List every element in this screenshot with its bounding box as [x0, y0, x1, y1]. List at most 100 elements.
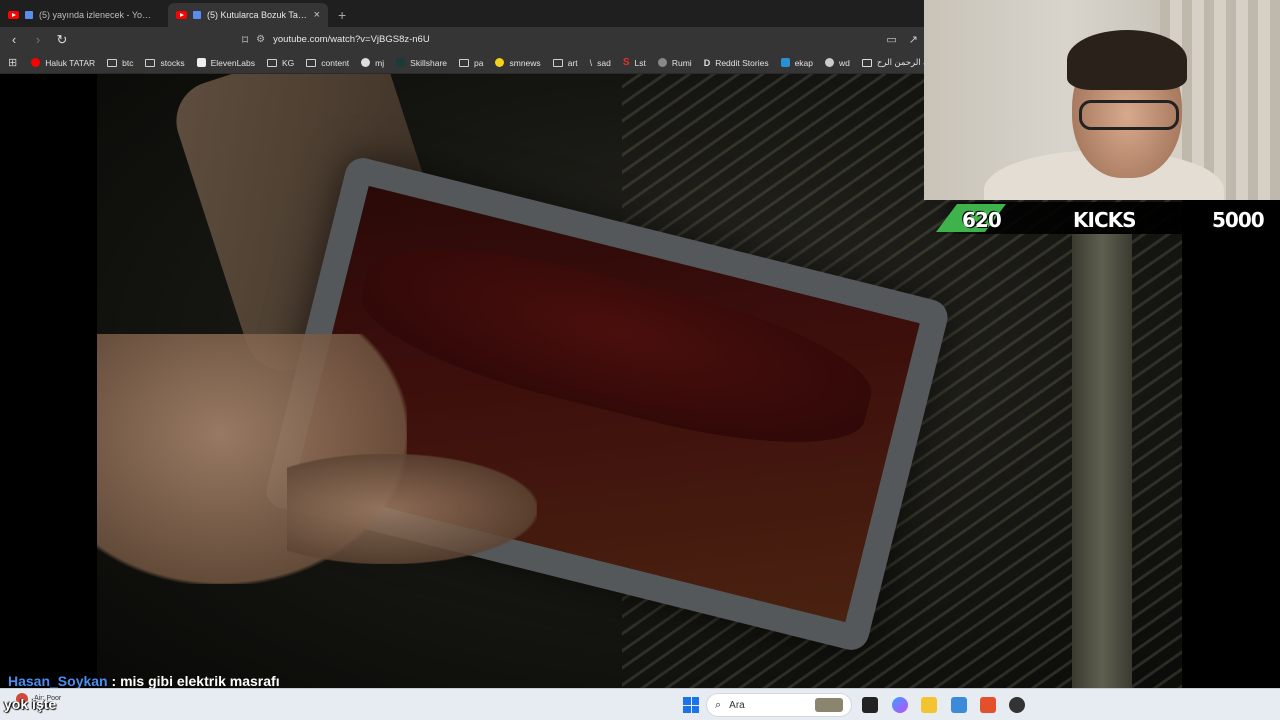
cast-icon[interactable]: ▭ — [886, 33, 896, 46]
w-icon — [825, 58, 835, 67]
bookmark-elevenlabs[interactable]: ElevenLabs — [191, 58, 261, 68]
bookmark-lst[interactable]: S Lst — [617, 57, 652, 68]
windows-start-icon[interactable] — [683, 697, 699, 713]
bookmark-kg[interactable]: KG — [261, 58, 300, 68]
bookmark-label: stocks — [160, 57, 185, 68]
address-bar[interactable]: ⚙ youtube.com/watch?v=VjBGS8z-n6U — [256, 30, 886, 49]
folder-icon — [552, 58, 563, 67]
webcam-overlay — [924, 0, 1280, 200]
bookmark-sad[interactable]: \ sad — [584, 58, 617, 68]
bookmark-rumi[interactable]: Rumi — [652, 58, 698, 68]
chat-text: mis gibi elektrik masrafı — [120, 673, 280, 689]
forward-button[interactable]: › — [28, 32, 48, 47]
tab-title: (5) yayında izlenecek - YouTube — [39, 10, 152, 20]
apps-grid-icon[interactable]: ⊞ — [0, 56, 25, 69]
folder-icon — [267, 58, 277, 67]
bookmark-label: ElevenLabs — [210, 57, 255, 68]
task-view-icon[interactable] — [862, 697, 878, 713]
bookmark-haluk-tatar[interactable]: Haluk TATAR — [25, 58, 101, 68]
book-icon — [861, 58, 872, 67]
bookmark-label: mj — [375, 57, 385, 68]
bookmark-art[interactable]: art — [547, 58, 584, 68]
taskbar-search[interactable]: ⌕ Ara — [706, 693, 852, 717]
youtube-icon — [31, 58, 41, 67]
bookmark-stocks[interactable]: stocks — [139, 58, 190, 68]
kicks-goal-bar: 620 KICKS 5000 — [936, 202, 1280, 234]
hand-image — [287, 454, 537, 564]
bookmark-label: art — [567, 57, 578, 68]
bookmark-label: smnews — [509, 57, 541, 68]
windows-taskbar: Air: Poor yok işte ⌕ Ara — [0, 688, 1280, 720]
search-highlight-icon — [815, 698, 843, 712]
kicks-goal: 5000 — [1212, 208, 1265, 232]
browser-toolbar: ‹ › ↻ ⌑ ⚙ youtube.com/watch?v=VjBGS8z-n6… — [0, 27, 924, 52]
reload-button[interactable]: ↻ — [52, 32, 72, 48]
skillshare-icon — [396, 58, 406, 67]
folder-icon — [107, 58, 118, 67]
smiley-icon — [495, 58, 505, 67]
search-placeholder: Ara — [729, 699, 745, 711]
snipping-tool-icon[interactable] — [951, 697, 967, 713]
s-icon: S — [622, 57, 630, 68]
bookmark-mj[interactable]: mj — [355, 58, 390, 68]
bookmark-label: Skillshare — [410, 57, 448, 68]
folder-icon — [459, 58, 470, 67]
tab-current-video[interactable]: (5) Kutularca Bozuk Tavuk Çö × — [168, 3, 328, 27]
copilot-icon[interactable] — [892, 697, 908, 713]
bookmark-ekap[interactable]: ekap — [775, 58, 819, 68]
bookmark-label: KG — [282, 57, 295, 68]
back-button[interactable]: ‹ — [4, 32, 24, 47]
bookmark-label: content — [321, 57, 350, 68]
bookmark-label: ekap — [794, 57, 814, 68]
bookmark-reddit-stories[interactable]: D Reddit Stories — [698, 58, 775, 68]
youtube-icon — [176, 11, 187, 19]
github-icon — [361, 58, 371, 67]
bookmark-label: Lst — [634, 57, 646, 68]
ekap-icon — [780, 58, 790, 67]
bookmark-content[interactable]: content — [300, 58, 355, 68]
close-tab-icon[interactable]: × — [314, 9, 320, 21]
overlay-caption: yok işte — [4, 696, 57, 712]
bookmark-page-icon[interactable]: ⌑ — [242, 33, 248, 47]
bookmark-quran[interactable]: الله الرحمن الرح... — [856, 57, 924, 68]
url-text: youtube.com/watch?v=VjBGS8z-n6U — [273, 34, 430, 45]
folder-icon — [145, 58, 156, 67]
share-icon[interactable]: ↗ — [909, 33, 918, 46]
obs-icon[interactable] — [1009, 697, 1025, 713]
bookmark-smnews[interactable]: smnews — [489, 58, 546, 68]
streamer-hair-image — [1067, 30, 1187, 90]
kicks-count: 620 — [962, 208, 1002, 232]
brave-browser-icon[interactable] — [980, 697, 996, 713]
bookmark-label: الله الرحمن الرح... — [876, 57, 924, 67]
tab-youtube-watch-later[interactable]: (5) yayında izlenecek - YouTube — [0, 3, 160, 27]
bookmark-skillshare[interactable]: Skillshare — [390, 58, 453, 68]
tab-group-icon — [193, 11, 201, 19]
chat-separator: : — [107, 673, 121, 689]
bookmarks-bar: ⊞ Haluk TATAR btc stocks ElevenLabs KG c… — [0, 52, 924, 74]
bookmark-label: Rumi — [671, 57, 692, 68]
d-icon: D — [703, 57, 711, 68]
youtube-icon — [8, 11, 19, 19]
bookmark-label: wd — [839, 57, 850, 68]
bookmark-label: pa — [474, 57, 484, 68]
elevenlabs-icon — [196, 58, 206, 67]
tab-title: (5) Kutularca Bozuk Tavuk Çö — [207, 10, 308, 20]
slash-icon: \ — [589, 57, 593, 68]
chat-message: Hasan_Soykan : mis gibi elektrik masrafı — [8, 673, 280, 689]
folder-icon — [306, 58, 317, 67]
site-info-icon[interactable]: ⚙ — [256, 34, 265, 45]
file-explorer-icon[interactable] — [921, 697, 937, 713]
rack-pole-image — [1072, 234, 1132, 688]
globe-icon — [657, 58, 667, 67]
kicks-label: KICKS — [1073, 208, 1137, 232]
new-tab-button[interactable]: + — [328, 7, 356, 27]
chat-username: Hasan_Soykan — [8, 673, 108, 689]
bookmark-label: Haluk TATAR — [45, 57, 96, 68]
bookmark-pa[interactable]: pa — [453, 58, 489, 68]
bookmark-btc[interactable]: btc — [101, 58, 139, 68]
browser-tab-bar: (5) yayında izlenecek - YouTube (5) Kutu… — [0, 0, 924, 27]
glasses-image — [1079, 100, 1179, 130]
bookmark-label: btc — [122, 57, 134, 68]
bookmark-wd[interactable]: wd — [819, 58, 856, 68]
search-icon: ⌕ — [715, 698, 722, 711]
